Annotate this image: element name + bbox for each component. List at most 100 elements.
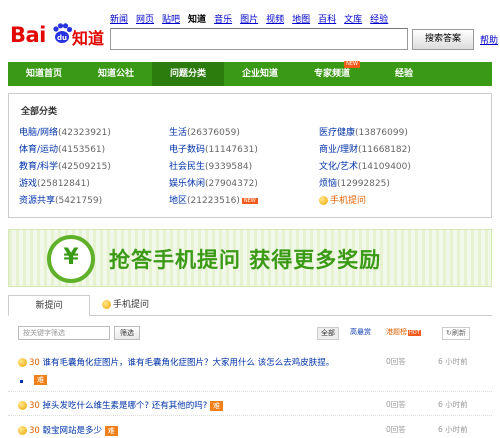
- coin-icon: [18, 401, 27, 410]
- row-divider: [8, 391, 492, 392]
- coin-icon: [102, 300, 111, 309]
- category-count: (11147631): [205, 145, 258, 155]
- category-item[interactable]: 社会民生(9339584): [169, 159, 252, 172]
- category-count: (11668182): [358, 145, 411, 155]
- question-title[interactable]: 掉头发吃什么维生素是哪个? 还有其他的吗?: [43, 401, 208, 411]
- filter-all[interactable]: 全部: [317, 327, 339, 340]
- yuan-symbol: ¥: [63, 245, 79, 270]
- reward-points: 30: [29, 426, 40, 436]
- category-item[interactable]: 电脑/网络(42323921): [19, 125, 111, 138]
- category-name: 商业/理财: [319, 145, 359, 155]
- new-badge: NEW: [344, 61, 360, 68]
- paw-icon: du: [53, 23, 73, 43]
- main-nav-home[interactable]: 知道首页: [8, 62, 80, 86]
- category-item[interactable]: 资源共享(5421759): [19, 193, 102, 206]
- category-item[interactable]: 娱乐休闲(27904372): [169, 176, 258, 189]
- category-item[interactable]: 体育/运动(4153561): [19, 142, 105, 155]
- question-time: 6 小时前: [438, 400, 468, 409]
- search-input[interactable]: [110, 28, 408, 50]
- top-nav-item-web[interactable]: 网页: [136, 12, 154, 25]
- category-count: (27904372): [205, 179, 258, 189]
- top-nav: 新闻 网页 贴吧 知道 音乐 图片 视频 地图 百科 文库 经验: [110, 12, 388, 25]
- new-badge: NEW: [241, 197, 258, 204]
- top-nav-item-news[interactable]: 新闻: [110, 12, 128, 25]
- tab-mobile-questions[interactable]: 手机提问: [94, 295, 157, 316]
- answer-count: 0回答: [386, 400, 406, 409]
- top-nav-item-map[interactable]: 地图: [292, 12, 310, 25]
- row-divider: [8, 415, 492, 416]
- category-count: (21223516): [187, 196, 240, 206]
- category-name: 烦恼: [319, 179, 338, 189]
- keyword-filter-input[interactable]: 按关键字筛选: [18, 326, 110, 340]
- top-nav-item-tieba[interactable]: 贴吧: [162, 12, 180, 25]
- category-name: 手机提问: [330, 196, 367, 206]
- top-nav-item-images[interactable]: 图片: [240, 12, 258, 25]
- main-nav-label: 知道公社: [97, 69, 134, 79]
- category-item[interactable]: 电子数码(11147631): [169, 142, 258, 155]
- question-time: 6 小时前: [438, 425, 468, 434]
- refresh-button[interactable]: ↻刷新: [442, 327, 470, 340]
- answer-count: 0回答: [386, 357, 406, 366]
- question-row[interactable]: 30 谁有毛囊角化症图片，谁有毛囊角化症图片？大家用什么 该怎么去鸡皮肤捏。 0…: [18, 356, 492, 368]
- refresh-label: 刷新: [451, 329, 466, 337]
- search-answer-button[interactable]: 搜索答案: [412, 29, 474, 50]
- category-name: 地区: [169, 196, 188, 206]
- tab-new-questions[interactable]: 新提问: [8, 295, 90, 316]
- filter-button[interactable]: 筛选: [114, 326, 140, 340]
- promo-banner[interactable]: ¥ 抢答手机提问 获得更多奖励: [8, 229, 492, 287]
- category-count: (42323921): [58, 128, 111, 138]
- category-item-mobile[interactable]: 手机提问: [319, 193, 366, 206]
- main-nav-label: 知道首页: [25, 69, 62, 79]
- category-name: 电脑/网络: [19, 128, 59, 138]
- category-name: 体育/运动: [19, 145, 59, 155]
- main-nav-categories[interactable]: 问题分类: [152, 62, 224, 86]
- main-nav-enterprise[interactable]: 企业知道: [224, 62, 296, 86]
- category-item[interactable]: 文化/艺术(14109400): [319, 159, 411, 172]
- category-item[interactable]: 游戏(25812841): [19, 176, 90, 189]
- main-nav-jingyan[interactable]: 经验: [368, 62, 440, 86]
- filter-hot-rank[interactable]: 港题榜 HOT: [386, 327, 421, 337]
- category-item[interactable]: 教育/科学(42509215): [19, 159, 111, 172]
- question-row[interactable]: 30 掉头发吃什么维生素是哪个? 还有其他的吗? 难 0回答 6 小时前: [18, 399, 492, 411]
- category-count: (13876099): [355, 128, 408, 138]
- category-item[interactable]: 烦恼(12992825): [319, 176, 390, 189]
- help-link[interactable]: 帮助: [480, 33, 498, 46]
- coin-icon: [18, 426, 27, 435]
- category-count: (9339584): [205, 162, 253, 172]
- top-nav-item-zhidao[interactable]: 知道: [188, 12, 206, 25]
- main-nav-commune[interactable]: 知道公社: [80, 62, 152, 86]
- category-item[interactable]: 商业/理财(11668182): [319, 142, 411, 155]
- category-name: 社会民生: [169, 162, 206, 172]
- category-name: 医疗健康: [319, 128, 356, 138]
- category-name: 文化/艺术: [319, 162, 359, 172]
- question-title[interactable]: 谁有毛囊角化症图片，谁有毛囊角化症图片？大家用什么 该怎么去鸡皮肤捏。: [43, 358, 335, 368]
- category-panel: 全部分类 电脑/网络(42323921) 生活(26376059) 医疗健康(1…: [8, 93, 492, 218]
- top-nav-item-music[interactable]: 音乐: [214, 12, 232, 25]
- difficulty-tag: 难: [209, 401, 223, 411]
- answer-count: 0回答: [386, 425, 406, 434]
- category-title: 全部分类: [21, 107, 58, 117]
- category-item[interactable]: 医疗健康(13876099): [319, 125, 408, 138]
- tab-label: 手机提问: [113, 300, 150, 310]
- category-name: 游戏: [19, 179, 38, 189]
- category-count: (14109400): [358, 162, 411, 172]
- top-nav-item-baike[interactable]: 百科: [318, 12, 336, 25]
- difficulty-tag: 难: [34, 375, 47, 385]
- question-title[interactable]: 毂宝网站是多少: [43, 426, 103, 436]
- question-row[interactable]: 30 毂宝网站是多少 难 0回答 6 小时前: [18, 424, 492, 436]
- question-tabs: 新提问 手机提问: [8, 295, 492, 316]
- main-nav-experts[interactable]: 专家频道 NEW: [296, 61, 368, 86]
- baidu-logo[interactable]: Bai du 知道: [10, 18, 105, 48]
- category-item[interactable]: 地区(21223516) NEW: [169, 193, 258, 206]
- question-tag-row: 难: [34, 375, 500, 385]
- top-nav-item-jingyan[interactable]: 经验: [370, 12, 388, 25]
- category-item[interactable]: 生活(26376059): [169, 125, 240, 138]
- coin-icon: [319, 196, 328, 205]
- filter-high-reward[interactable]: 高悬赏: [350, 327, 371, 337]
- yuan-icon: ¥: [47, 235, 95, 283]
- top-nav-item-wenku[interactable]: 文库: [344, 12, 362, 25]
- category-name: 教育/科学: [19, 162, 59, 172]
- top-nav-item-video[interactable]: 视频: [266, 12, 284, 25]
- category-name: 电子数码: [169, 145, 206, 155]
- coin-icon: [18, 358, 27, 367]
